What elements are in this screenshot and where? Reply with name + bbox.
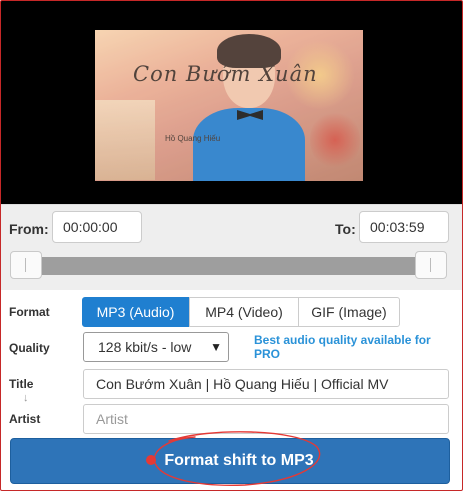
quality-selected-value: 128 kbit/s - low: [98, 339, 192, 355]
title-input[interactable]: Con Bướm Xuân | Hồ Quang Hiếu | Official…: [83, 369, 449, 399]
quality-select[interactable]: 128 kbit/s - low ▼: [83, 332, 229, 362]
from-label: From:: [9, 221, 49, 237]
video-preview[interactable]: Con Bướm Xuân Hồ Quang Hiếu: [1, 1, 462, 204]
format-option-gif[interactable]: GIF (Image): [298, 297, 400, 327]
trim-start-handle[interactable]: [10, 251, 42, 279]
trim-slider-track[interactable]: [11, 257, 447, 275]
trim-range-panel: From: 00:00:00 To: 00:03:59: [1, 204, 462, 290]
title-label: Title: [9, 377, 34, 391]
artist-input[interactable]: Artist: [83, 404, 449, 434]
artist-label: Artist: [9, 412, 41, 426]
conversion-form: Format MP3 (Audio) MP4 (Video) GIF (Imag…: [1, 291, 462, 490]
format-label: Format: [9, 305, 50, 319]
from-time-input[interactable]: 00:00:00: [52, 211, 142, 243]
to-time-input[interactable]: 00:03:59: [359, 211, 449, 243]
quality-label: Quality: [9, 341, 50, 355]
record-dot-icon: [146, 454, 157, 465]
video-thumbnail: Con Bướm Xuân Hồ Quang Hiếu: [95, 30, 363, 181]
format-option-mp3[interactable]: MP3 (Audio): [82, 297, 189, 327]
arrow-down-icon: ↓: [23, 392, 29, 404]
convert-button[interactable]: Format shift to MP3: [10, 438, 450, 484]
chevron-down-icon: ▼: [210, 340, 222, 354]
trim-end-handle[interactable]: [415, 251, 447, 279]
convert-button-label: Format shift to MP3: [164, 452, 314, 469]
to-label: To:: [335, 221, 356, 237]
pro-quality-link[interactable]: Best audio quality available for PRO: [254, 333, 434, 361]
format-option-mp4[interactable]: MP4 (Video): [189, 297, 299, 327]
